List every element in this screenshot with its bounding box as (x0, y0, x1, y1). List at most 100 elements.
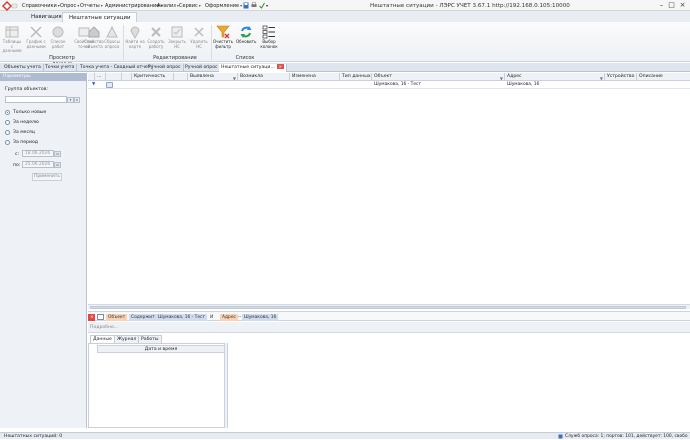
col-criticality[interactable]: Критичность (132, 73, 174, 81)
details-grid: Дата и время (88, 343, 225, 428)
poll-reset-button[interactable]: Сбросы опроса (102, 25, 122, 49)
minimize-button[interactable]: – (657, 1, 666, 10)
object-group-select[interactable] (5, 96, 67, 103)
filter-address-value[interactable]: Шумакова, 16 (505, 81, 539, 89)
menu-administrirovanie[interactable]: Администрирование▾ (105, 3, 162, 9)
menu-servis[interactable]: Сервис▾ (179, 3, 201, 9)
apply-button[interactable]: Применить (32, 173, 62, 181)
remove-filter-icon[interactable]: × (88, 314, 95, 321)
document-tabs: Объекты учета Точки учета Точка учета - … (0, 63, 690, 72)
details-splitter[interactable] (225, 343, 228, 428)
clear-filter-icon (216, 25, 230, 39)
print-icon[interactable] (251, 2, 257, 9)
doc-tab-summary-report[interactable]: Точка учета - Сводный отчет (78, 64, 154, 72)
col-object[interactable]: Объект ▼ (372, 73, 505, 81)
filter-row-button-icon[interactable] (106, 82, 113, 88)
filter-checkbox[interactable] (97, 314, 104, 320)
create-work-button[interactable]: Создать работу (146, 25, 166, 49)
check-box-icon (171, 26, 183, 38)
menu-spravochniki[interactable]: Справочники▾ (22, 3, 60, 9)
save-icon[interactable] (243, 2, 249, 9)
delete-icon (194, 27, 204, 37)
chart-data-button[interactable]: График с данными (26, 25, 46, 49)
col-date-time[interactable]: Дата и время (97, 345, 225, 353)
group-dropdown-icon[interactable]: ▾ (67, 97, 74, 103)
col-occurred[interactable]: Возникла (238, 73, 290, 81)
ribbon-separator (211, 25, 212, 60)
filter-joiner[interactable]: И (208, 314, 215, 321)
radio-month[interactable] (5, 130, 10, 135)
radio-period[interactable] (5, 140, 10, 145)
filter1-value[interactable]: Шумакова, 16 - Тест (156, 314, 208, 321)
delete-incident-button[interactable]: Удалить НС (189, 25, 209, 49)
col-blank[interactable] (122, 73, 132, 81)
col-address[interactable]: Адрес ▼ (505, 73, 605, 81)
grid-header: ... Критичность Выявлена ▼ Возникла Измен… (88, 73, 690, 81)
col-device[interactable]: Устройство (605, 73, 637, 81)
filter-bar: × Объект Содержит Шумакова, 16 - Тест И … (88, 311, 690, 321)
doc-tab-objects[interactable]: Объекты учета (2, 64, 44, 72)
house-icon (88, 26, 100, 38)
check-icon[interactable] (259, 2, 265, 9)
filter-object-value[interactable]: Шумакова, 16 - Тест (372, 81, 421, 89)
radio-only-new-label: Только новые (13, 110, 47, 115)
close-tab-icon[interactable]: × (276, 64, 284, 69)
title-bar: Справочники▾ Опрос▾ Отчеты▾ Администриро… (0, 0, 690, 11)
radio-month-label: За месяц (13, 130, 35, 135)
radio-week[interactable] (5, 120, 10, 125)
ribbon-separator (123, 25, 124, 60)
to-label: по: (13, 163, 21, 168)
scrollbar-thumb[interactable] (90, 306, 686, 309)
radio-only-new[interactable] (5, 110, 10, 115)
choose-columns-button[interactable]: Выбор колонок (259, 25, 279, 49)
details-panel: Подробно... Данные Журнал Работы Дата и … (88, 322, 690, 428)
col-data-type[interactable]: Тип данных (340, 73, 372, 81)
col-description[interactable]: Описание (637, 73, 690, 81)
filter1-field[interactable]: Объект (106, 314, 128, 321)
quick-access-dropdown-icon[interactable]: ▾ (266, 3, 268, 8)
status-bar: Нештатных ситуаций: 0 Служб опроса: 1; п… (0, 432, 690, 439)
col-detected[interactable]: Выявлена ▼ (188, 73, 238, 81)
filter1-operator[interactable]: Содержит (129, 314, 157, 321)
find-on-map-button[interactable]: Найти на карте (125, 25, 145, 49)
window-title: Нештатные ситуации - ЛЭРС УЧЕТ 3.67.1 ht… (370, 3, 570, 9)
columns-icon (262, 25, 275, 39)
tab-works[interactable]: Работы (138, 335, 162, 343)
details-header: Подробно... (88, 322, 690, 333)
tab-journal[interactable]: Журнал (114, 335, 140, 343)
clear-filter-button[interactable]: Очистить фильтр (213, 25, 233, 49)
to-date-picker-icon[interactable]: ▭ (54, 162, 61, 168)
table-data-button[interactable]: Таблицы с данными (2, 25, 22, 54)
from-date-picker-icon[interactable]: ▭ (54, 151, 61, 157)
col-icon[interactable] (106, 73, 122, 81)
filter2-value[interactable]: Шумакова, 16 (242, 314, 279, 321)
tab-data[interactable]: Данные (90, 335, 115, 343)
doc-tab-manual-poll-2[interactable]: Ручной опрос (183, 64, 221, 72)
grid-filter-row[interactable]: ▼ Шумакова, 16 - Тест Шумакова, 16 (88, 81, 690, 89)
map-pin-icon (130, 26, 140, 39)
refresh-button[interactable]: Обновить (236, 25, 256, 45)
group-clear-icon[interactable]: × (74, 97, 80, 103)
filter-row-icon: ▼ (92, 82, 96, 87)
col-indicator[interactable] (88, 73, 95, 81)
col-changed[interactable]: Изменена (290, 73, 340, 81)
doc-tab-points[interactable]: Точки учета (43, 64, 78, 72)
menu-otchety[interactable]: Отчеты▾ (80, 3, 103, 9)
col-menu[interactable]: ... (95, 73, 106, 81)
doc-tab-incidents[interactable]: Нештатные ситуаци... × (219, 64, 287, 72)
close-button[interactable]: × (678, 1, 687, 10)
maximize-button[interactable]: □ (667, 1, 676, 10)
close-incident-button[interactable]: Закрыть НС (167, 25, 187, 49)
menu-opros[interactable]: Опрос▾ (60, 3, 79, 9)
to-date-input[interactable]: 25.06.2026 (22, 161, 54, 168)
parameters-panel: Параметры Группа объектов: ▾ × Только но… (0, 73, 87, 428)
doc-tab-manual-poll-1[interactable]: Ручной опрос (146, 64, 184, 72)
from-date-input[interactable]: 18.06.2026 (22, 150, 54, 157)
col-blank-2[interactable] (174, 73, 188, 81)
object-properties-button[interactable]: Свойства объекта (84, 25, 104, 49)
menu-analiz[interactable]: Анализ▾ (157, 3, 179, 9)
menu-oformlenie[interactable]: Оформление▾ (205, 3, 242, 9)
work-list-button[interactable]: Список работ (48, 25, 68, 49)
tab-incidents[interactable]: Нештатные ситуации (62, 12, 138, 22)
horizontal-scrollbar[interactable] (88, 304, 690, 309)
